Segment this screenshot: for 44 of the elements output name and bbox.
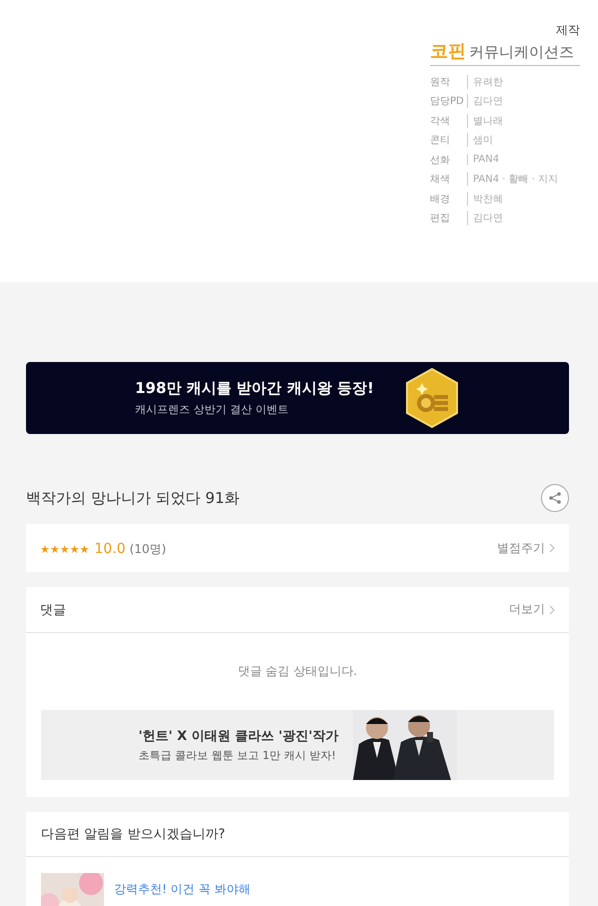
coin-badge-icon (404, 367, 460, 429)
rating-count: (10명) (130, 542, 166, 556)
recommendation-link[interactable]: 강력추천! 이건 꼭 봐야해 (114, 881, 250, 898)
star-icon: ★ (60, 543, 70, 556)
star-icon: ★ (50, 543, 60, 556)
ad-banner[interactable]: '헌트' X 이태원 클라쓰 '광진'작가 초특급 콜라보 웹툰 보고 1만 캐시 받자! (41, 710, 554, 780)
notification-question: 다음편 알림을 받으시겠습니까? (26, 812, 569, 857)
credit-role: 원작 (430, 76, 451, 89)
credits-heading: 제작 (555, 22, 580, 39)
rate-link[interactable]: 별점주기 (497, 540, 555, 556)
credit-role: 배경 (430, 192, 451, 206)
event-banner[interactable]: 198만 캐시를 받아간 캐시왕 등장! 캐시프렌즈 상반기 결산 이벤트 (26, 362, 569, 434)
rating-score: 10.0 (94, 541, 126, 557)
share-button[interactable] (541, 484, 569, 512)
comments-hidden-message: 댓글 숨김 상태입니다. (236, 663, 358, 680)
credit-role: 콘티 (430, 134, 451, 148)
episode-title: 백작가의 망나니가 되었다 91화 (26, 488, 240, 508)
credit-name: PAN4 · 활빼 · 지지 (467, 172, 558, 186)
credit-role: 선화 (430, 154, 451, 167)
credit-name: 김다연 (467, 94, 503, 108)
studio-name: 커뮤니케이션즈 (469, 43, 574, 61)
credit-role: 편집 (430, 212, 451, 226)
credit-name: 별나래 (467, 114, 503, 128)
credit-name: PAN4 (467, 154, 500, 166)
credit-role: 채색 (430, 173, 451, 186)
banner-title: 198만 캐시를 받아간 캐시왕 등장! (134, 379, 374, 398)
credit-name: 샘미 (467, 133, 493, 148)
credit-name: 박찬혜 (467, 192, 503, 206)
more-link[interactable]: 더보기 (509, 601, 555, 618)
star-icon: ★ (80, 543, 90, 556)
star-icon: ★ (40, 543, 50, 556)
star-icon: ★ (70, 543, 80, 556)
chevron-right-icon (549, 543, 555, 553)
credit-role: 각색 (430, 114, 451, 128)
ad-title: '헌트' X 이태원 클라쓰 '광진'작가 (138, 728, 339, 745)
credit-name: 김다연 (467, 211, 503, 226)
studio-logo-text: 코핀 (430, 41, 466, 62)
share-icon (548, 491, 562, 505)
ad-subtitle: 초특급 콜라보 웹툰 보고 1만 캐시 받자! (138, 748, 337, 763)
credit-role: 담당PD (430, 95, 465, 108)
credit-name: 유려한 (467, 74, 503, 89)
banner-subtitle: 캐시프렌즈 상반기 결산 이벤트 (134, 402, 290, 417)
chevron-right-icon (549, 604, 555, 614)
comments-heading: 댓글 (40, 602, 66, 618)
